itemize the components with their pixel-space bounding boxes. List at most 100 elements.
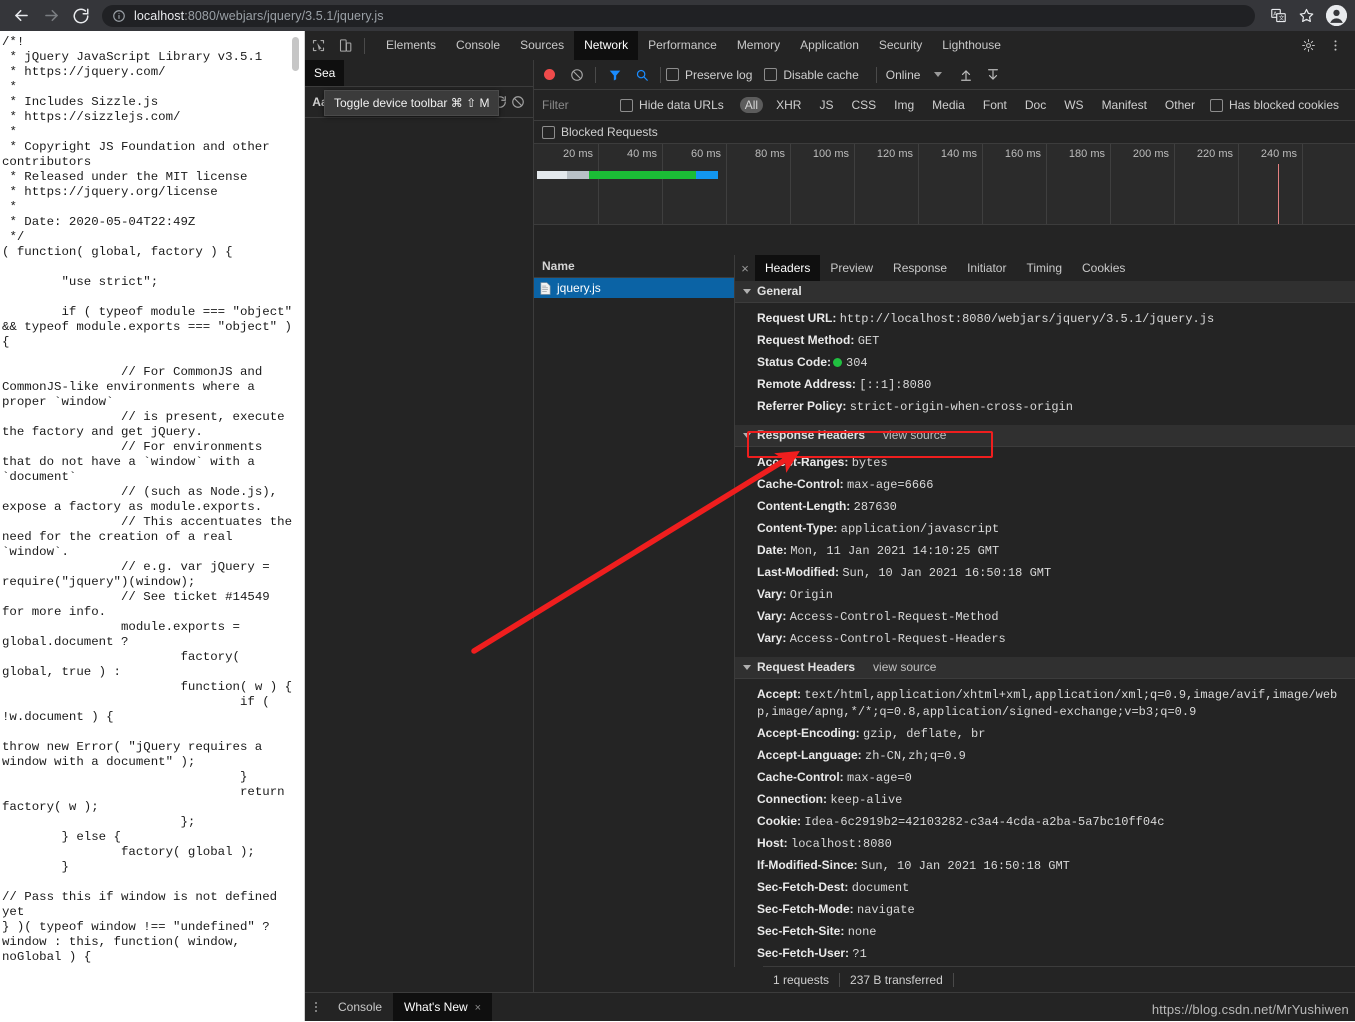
- search-icon[interactable]: [628, 61, 655, 88]
- inspect-element-icon[interactable]: [305, 32, 332, 59]
- header-row: Referrer Policy: strict-origin-when-cros…: [735, 395, 1355, 417]
- header-key: Accept:: [757, 687, 801, 701]
- reload-icon[interactable]: [66, 1, 96, 31]
- drawer-tab-console[interactable]: Console: [327, 993, 393, 1021]
- address-bar[interactable]: localhost:8080/webjars/jquery/3.5.1/jque…: [102, 5, 1255, 27]
- view-source-link[interactable]: view source: [883, 425, 946, 446]
- overview-tick-label: 80 ms: [755, 148, 790, 160]
- header-value: bytes: [852, 456, 888, 470]
- site-info-icon[interactable]: [112, 9, 126, 23]
- section-header-request-headers[interactable]: Request Headers view source: [735, 657, 1355, 679]
- filter-type-img[interactable]: Img: [889, 97, 919, 113]
- header-row: Accept-Ranges: bytes: [735, 451, 1355, 473]
- close-icon[interactable]: ×: [475, 1002, 481, 1014]
- gear-icon[interactable]: [1295, 32, 1322, 59]
- header-value: 304: [846, 356, 868, 370]
- star-icon[interactable]: [1293, 3, 1319, 29]
- request-row-jquery-js[interactable]: jquery.js: [534, 278, 734, 298]
- tab-application[interactable]: Application: [790, 31, 869, 60]
- header-row: Vary: Access-Control-Request-Method: [735, 605, 1355, 627]
- filter-type-css[interactable]: CSS: [846, 97, 881, 113]
- header-row: Vary: Origin: [735, 583, 1355, 605]
- tab-sources[interactable]: Sources: [510, 31, 574, 60]
- header-key: Vary:: [757, 587, 786, 601]
- view-source-link[interactable]: view source: [873, 657, 936, 678]
- filter-type-xhr[interactable]: XHR: [771, 97, 806, 113]
- header-key: Accept-Language:: [757, 748, 862, 762]
- chevron-down-icon[interactable]: [934, 72, 942, 77]
- header-value: Access-Control-Request-Method: [790, 610, 999, 624]
- tab-elements[interactable]: Elements: [376, 31, 446, 60]
- network-overview-timeline[interactable]: 20 ms 40 ms 60 ms 80 ms 100 ms 120 ms 14…: [534, 144, 1355, 225]
- header-key: Sec-Fetch-Dest:: [757, 880, 848, 894]
- filter-type-all[interactable]: All: [740, 97, 763, 113]
- blocked-requests-checkbox[interactable]: Blocked Requests: [542, 125, 658, 139]
- filter-type-font[interactable]: Font: [978, 97, 1012, 113]
- header-value: text/html,application/xhtml+xml,applicat…: [757, 688, 1337, 719]
- import-har-icon[interactable]: [952, 61, 979, 88]
- section-header-response-headers[interactable]: Response Headers view source: [735, 425, 1355, 447]
- filter-type-ws[interactable]: WS: [1059, 97, 1088, 113]
- watermark-text: https://blog.csdn.net/MrYushiwen: [1152, 1002, 1349, 1017]
- profile-avatar-icon[interactable]: [1326, 5, 1347, 26]
- tab-initiator[interactable]: Initiator: [957, 255, 1016, 281]
- tab-memory[interactable]: Memory: [727, 31, 790, 60]
- clear-icon[interactable]: [509, 92, 527, 112]
- tab-performance[interactable]: Performance: [638, 31, 727, 60]
- hide-data-urls-checkbox[interactable]: Hide data URLs: [620, 98, 724, 112]
- network-content-split: Name jquery.js × Headers Preview: [534, 255, 1355, 967]
- tab-headers[interactable]: Headers: [755, 255, 820, 281]
- preserve-log-checkbox[interactable]: Preserve log: [666, 68, 752, 82]
- tab-search[interactable]: Sea: [305, 60, 344, 86]
- tab-network[interactable]: Network: [574, 31, 638, 60]
- checkbox-box: [1210, 99, 1223, 112]
- header-key: Remote Address:: [757, 377, 856, 391]
- has-blocked-cookies-label: Has blocked cookies: [1229, 98, 1339, 112]
- filter-type-media[interactable]: Media: [927, 97, 970, 113]
- header-value: http://localhost:8080/webjars/jquery/3.5…: [840, 312, 1214, 326]
- more-vertical-icon[interactable]: [305, 993, 327, 1021]
- tab-preview[interactable]: Preview: [820, 255, 883, 281]
- header-row: Request URL: http://localhost:8080/webja…: [735, 307, 1355, 329]
- header-value: [::1]:8080: [859, 378, 931, 392]
- checkbox-box: [764, 68, 777, 81]
- disable-cache-checkbox[interactable]: Disable cache: [764, 68, 858, 82]
- drawer-tab-whats-new[interactable]: What's New×: [393, 993, 492, 1021]
- tab-console[interactable]: Console: [446, 31, 510, 60]
- clear-network-icon[interactable]: [563, 61, 590, 88]
- filter-type-manifest[interactable]: Manifest: [1097, 97, 1152, 113]
- translate-icon[interactable]: A 文: [1265, 3, 1291, 29]
- request-list-column-name[interactable]: Name: [534, 255, 734, 278]
- page-scrollbar[interactable]: [292, 37, 299, 71]
- filter-funnel-icon[interactable]: [601, 61, 628, 88]
- throttling-select[interactable]: Online: [886, 68, 921, 82]
- header-row-cache-control: Cache-Control: max-age=6666: [735, 473, 1355, 495]
- toolbar-divider: [660, 67, 661, 83]
- has-blocked-cookies-checkbox[interactable]: Has blocked cookies: [1210, 98, 1339, 112]
- device-toolbar-icon[interactable]: [332, 32, 359, 59]
- close-icon[interactable]: ×: [735, 261, 755, 276]
- record-button-icon[interactable]: [544, 69, 555, 80]
- back-arrow-icon[interactable]: [6, 1, 36, 31]
- filter-type-js[interactable]: JS: [814, 97, 838, 113]
- tab-cookies[interactable]: Cookies: [1072, 255, 1135, 281]
- export-har-icon[interactable]: [979, 61, 1006, 88]
- more-vertical-icon[interactable]: [1322, 32, 1349, 59]
- filter-input[interactable]: Filter: [542, 98, 620, 112]
- toolbar-divider: [364, 38, 365, 54]
- header-key: Request Method:: [757, 333, 854, 347]
- tab-timing[interactable]: Timing: [1016, 255, 1072, 281]
- header-value: Mon, 11 Jan 2021 14:10:25 GMT: [790, 544, 999, 558]
- overview-tick-label: 240 ms: [1261, 148, 1302, 160]
- request-list: Name jquery.js: [534, 255, 735, 967]
- tab-lighthouse[interactable]: Lighthouse: [932, 31, 1011, 60]
- forward-arrow-icon[interactable]: [36, 1, 66, 31]
- section-header-general[interactable]: General: [735, 281, 1355, 303]
- filter-type-doc[interactable]: Doc: [1020, 97, 1051, 113]
- tab-security[interactable]: Security: [869, 31, 932, 60]
- general-header-list: Request URL: http://localhost:8080/webja…: [735, 303, 1355, 425]
- filter-type-other[interactable]: Other: [1160, 97, 1200, 113]
- disable-cache-label: Disable cache: [783, 68, 858, 82]
- tab-response[interactable]: Response: [883, 255, 957, 281]
- hide-data-urls-label: Hide data URLs: [639, 98, 724, 112]
